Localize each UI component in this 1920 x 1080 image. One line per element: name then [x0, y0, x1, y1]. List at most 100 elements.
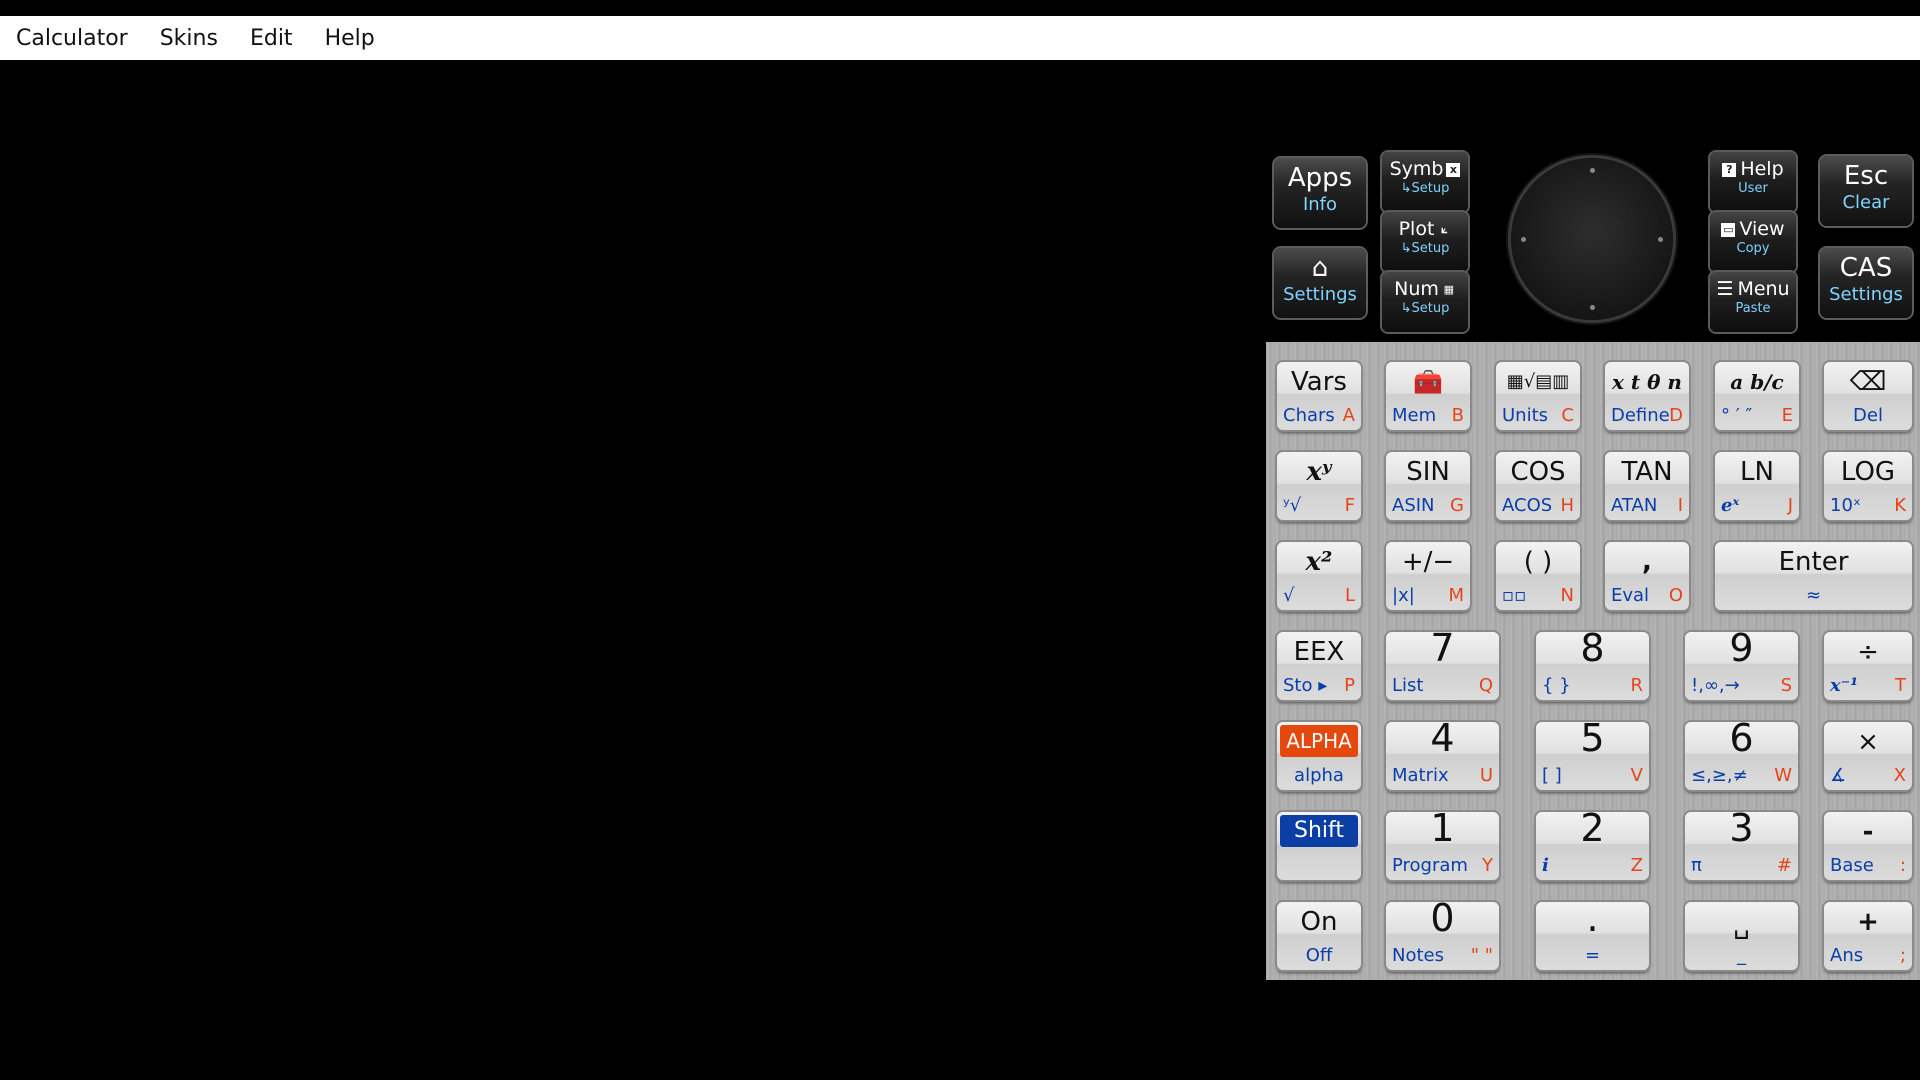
num-key[interactable]: Num ▦ ↳Setup	[1382, 272, 1468, 332]
xtn-key[interactable]: x t θ n Define D	[1605, 362, 1689, 430]
alpha-m-label: M	[1448, 585, 1464, 606]
vars-key[interactable]: Vars Chars A	[1277, 362, 1361, 430]
esc-key[interactable]: Esc Clear	[1820, 156, 1912, 226]
menu-skins[interactable]: Skins	[144, 26, 234, 51]
pow10-label: 10ˣ	[1830, 495, 1861, 516]
alpha-z-label: Z	[1630, 855, 1643, 876]
alpha-v-label: V	[1630, 765, 1643, 786]
brackets-label: [ ]	[1542, 765, 1562, 786]
key-3[interactable]: 3 π #	[1685, 812, 1798, 880]
comma-key[interactable]: , Eval O	[1605, 542, 1689, 610]
inverse-label: x⁻¹	[1830, 675, 1859, 696]
menu-help[interactable]: Help	[309, 26, 391, 51]
digit-6: 6	[1729, 722, 1754, 760]
units-label: Units	[1502, 405, 1549, 426]
left-dot	[1521, 237, 1526, 242]
menu-edit[interactable]: Edit	[234, 26, 309, 51]
fraction-key[interactable]: a b/c ° ′ ″ E	[1715, 362, 1799, 430]
alpha-p-label: P	[1344, 675, 1355, 696]
vars-label: Vars	[1291, 367, 1347, 397]
esc-label: Esc	[1843, 161, 1889, 191]
alpha-n-label: N	[1560, 585, 1574, 606]
on-key[interactable]: On Off	[1277, 902, 1361, 970]
paren-key[interactable]: ( ) ▫▫ N	[1496, 542, 1580, 610]
key-4[interactable]: 4 Matrix U	[1386, 722, 1499, 790]
enter-label: Enter	[1778, 547, 1849, 577]
view-key[interactable]: ▭ View Copy	[1710, 212, 1796, 272]
right-dot	[1658, 237, 1663, 242]
copy-label: Copy	[1736, 241, 1770, 256]
cas-key[interactable]: CAS Settings	[1820, 248, 1912, 318]
menu-list-icon: ☰	[1716, 278, 1734, 300]
del-key[interactable]: ⌫ Del	[1824, 362, 1912, 430]
alpha-h-label: H	[1560, 495, 1574, 516]
key-1[interactable]: 1 Program Y	[1386, 812, 1499, 880]
imaginary-label: i	[1542, 855, 1549, 876]
digit-5: 5	[1580, 722, 1605, 760]
minus-label: -	[1862, 817, 1874, 847]
colon-label: :	[1899, 855, 1906, 876]
eex-label: EEX	[1293, 637, 1345, 667]
log-key[interactable]: LOG 10ˣ K	[1824, 452, 1912, 520]
key-2[interactable]: 2 i Z	[1536, 812, 1649, 880]
enter-key[interactable]: Enter ≈	[1715, 542, 1912, 610]
template-icon: ▦√▤▥	[1506, 371, 1570, 392]
divide-key[interactable]: ÷ x⁻¹ T	[1824, 632, 1912, 700]
plot-setup-label: ↳Setup	[1400, 241, 1450, 256]
plot-key[interactable]: Plot ⟀ ↳Setup	[1382, 212, 1468, 272]
mem-key[interactable]: 🧰 Mem B	[1386, 362, 1470, 430]
home-key[interactable]: ⌂ Settings	[1274, 248, 1366, 318]
shift-label: Shift	[1280, 815, 1358, 847]
digit-1: 1	[1430, 812, 1455, 850]
alpha-key[interactable]: ALPHA alpha	[1277, 722, 1361, 790]
eex-key[interactable]: EEX Sto ▸ P	[1277, 632, 1361, 700]
square-label: x²	[1305, 547, 1333, 577]
top-panel: Apps Info ⌂ Settings Symb x ↳Setup Plot ⟀ …	[1266, 150, 1920, 342]
decimal-key[interactable]: . =	[1536, 902, 1649, 970]
list-label: List	[1392, 675, 1424, 696]
alpha-c-label: C	[1561, 405, 1574, 426]
ln-key[interactable]: LN eˣ J	[1715, 452, 1799, 520]
digit-0: 0	[1430, 902, 1455, 940]
tan-key[interactable]: TAN ATAN I	[1605, 452, 1689, 520]
key-5[interactable]: 5 [ ] V	[1536, 722, 1649, 790]
atan-label: ATAN	[1611, 495, 1658, 516]
cas-settings-label: Settings	[1829, 284, 1903, 305]
apps-label: Apps	[1287, 163, 1353, 193]
apps-key[interactable]: Apps Info	[1274, 158, 1366, 228]
key-6[interactable]: 6 ≤,≥,≠ W	[1685, 722, 1798, 790]
settings-label: Settings	[1283, 284, 1357, 305]
negate-key[interactable]: +/− |x| M	[1386, 542, 1470, 610]
space-key[interactable]: ␣ _	[1685, 902, 1798, 970]
key-0[interactable]: 0 Notes " "	[1386, 902, 1499, 970]
space-icon: ␣	[1733, 910, 1750, 940]
multiply-key[interactable]: × ∡ X	[1824, 722, 1912, 790]
direction-pad[interactable]	[1511, 158, 1673, 320]
shift-key[interactable]: Shift	[1277, 812, 1361, 880]
asin-label: ASIN	[1392, 495, 1435, 516]
key-7[interactable]: 7 List Q	[1386, 632, 1499, 700]
help-key[interactable]: ? Help User	[1710, 152, 1796, 212]
square-key[interactable]: x² √ L	[1277, 542, 1361, 610]
power-key[interactable]: xʸ ʸ√ F	[1277, 452, 1361, 520]
cos-key[interactable]: COS ACOS H	[1496, 452, 1580, 520]
dms-label: ° ′ ″	[1721, 405, 1753, 426]
matrix-label: Matrix	[1392, 765, 1449, 786]
root-label: ʸ√	[1283, 495, 1302, 516]
sqrt-label: √	[1283, 585, 1295, 606]
num-setup-label: ↳Setup	[1400, 301, 1450, 316]
divide-label: ÷	[1857, 637, 1879, 667]
menu-key[interactable]: ☰ Menu Paste	[1710, 272, 1796, 332]
menu-calculator[interactable]: Calculator	[0, 26, 144, 51]
units-key[interactable]: ▦√▤▥ Units C	[1496, 362, 1580, 430]
add-key[interactable]: + Ans ;	[1824, 902, 1912, 970]
exp-label: eˣ	[1721, 495, 1740, 516]
paren-label: ( )	[1523, 547, 1553, 577]
negate-label: +/−	[1401, 547, 1455, 577]
key-8[interactable]: 8 { } R	[1536, 632, 1649, 700]
eval-label: Eval	[1611, 585, 1650, 606]
sin-key[interactable]: SIN ASIN G	[1386, 452, 1470, 520]
key-9[interactable]: 9 !,∞,→ S	[1685, 632, 1798, 700]
symb-key[interactable]: Symb x ↳Setup	[1382, 152, 1468, 212]
subtract-key[interactable]: - Base :	[1824, 812, 1912, 880]
